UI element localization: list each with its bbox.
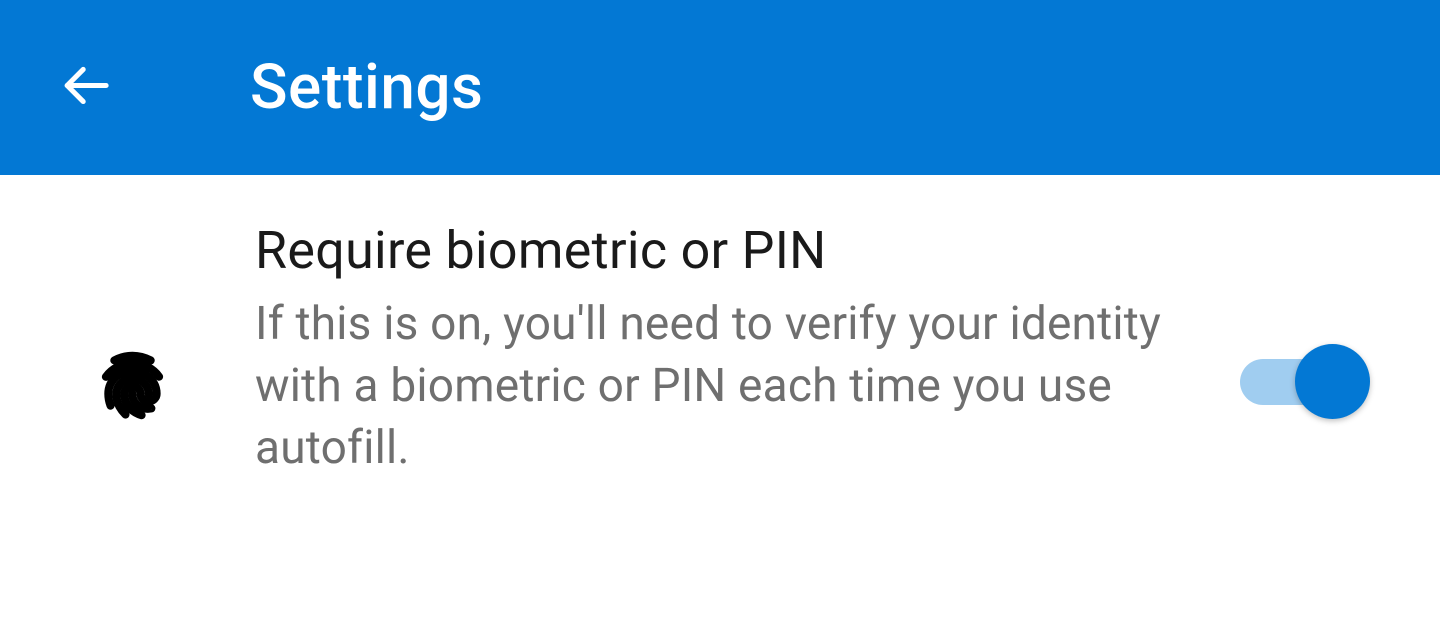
- setting-text-block: Require biometric or PIN If this is on, …: [255, 220, 1240, 479]
- content-area: Require biometric or PIN If this is on, …: [0, 175, 1440, 479]
- fingerprint-icon: [95, 348, 170, 427]
- setting-description: If this is on, you'll need to verify you…: [255, 293, 1200, 479]
- back-button[interactable]: [55, 58, 115, 118]
- arrow-left-icon: [58, 58, 113, 117]
- page-title: Settings: [250, 51, 483, 124]
- setting-row-biometric[interactable]: Require biometric or PIN If this is on, …: [95, 220, 1385, 479]
- setting-title: Require biometric or PIN: [255, 220, 1200, 281]
- header-bar: Settings: [0, 0, 1440, 175]
- toggle-thumb: [1295, 344, 1370, 419]
- biometric-toggle[interactable]: [1240, 342, 1370, 422]
